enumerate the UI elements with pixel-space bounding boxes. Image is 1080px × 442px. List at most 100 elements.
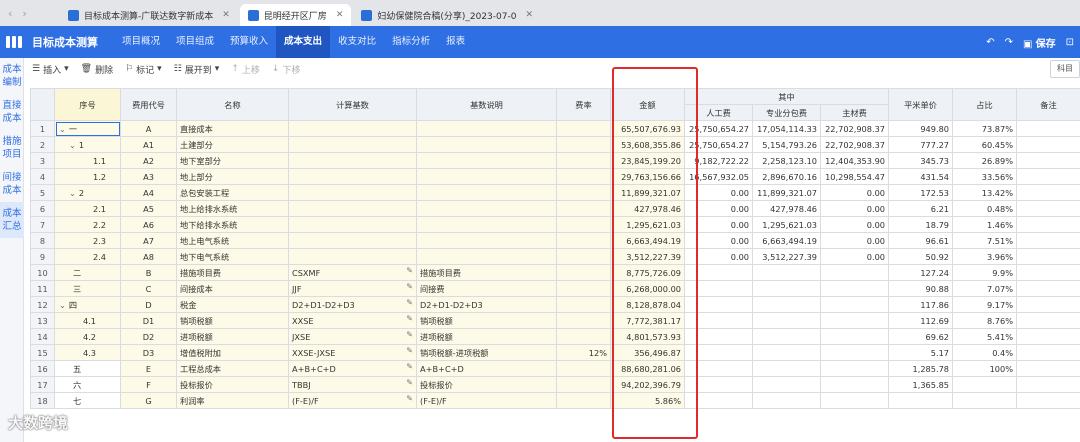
unit-price-cell[interactable]	[888, 392, 953, 409]
desc-cell[interactable]	[416, 120, 557, 137]
browser-tab[interactable]: 妇幼保健院合稿(分享)_2023-07-0 ✕	[353, 4, 541, 26]
left-nav-item[interactable]: 成本编制	[0, 58, 24, 94]
code-header[interactable]: 费用代号	[120, 88, 177, 121]
labor-header[interactable]: 人工费	[684, 104, 753, 121]
name-cell[interactable]: 税金	[176, 296, 289, 313]
rate-cell[interactable]	[556, 216, 611, 233]
ratio-cell[interactable]: 9.17%	[952, 296, 1017, 313]
amount-cell[interactable]: 427,978.46	[610, 200, 685, 217]
material-cell[interactable]	[820, 264, 889, 281]
seq-cell[interactable]: 2.3	[54, 232, 121, 249]
menu-item[interactable]: 指标分析	[384, 26, 438, 58]
ratio-cell[interactable]: 0.4%	[952, 344, 1017, 361]
base-cell[interactable]: XXSE	[288, 312, 417, 329]
unit-price-cell[interactable]: 1,285.78	[888, 360, 953, 377]
code-cell[interactable]: A4	[120, 184, 177, 201]
table-row[interactable]: 6 2.1 A5 地上给排水系统 427,978.46 0.00 427,978.46 0.0…	[30, 200, 1080, 217]
rate-cell[interactable]	[556, 392, 611, 409]
material-header[interactable]: 主材费	[820, 104, 889, 121]
unit-price-cell[interactable]: 777.27	[888, 136, 953, 153]
name-cell[interactable]: 总包安装工程	[176, 184, 289, 201]
labor-cell[interactable]	[684, 376, 753, 393]
menu-item[interactable]: 项目组成	[168, 26, 222, 58]
sub-cell[interactable]: 2,258,123.10	[752, 152, 821, 169]
rate-cell[interactable]	[556, 264, 611, 281]
table-row[interactable]: 8 2.3 A7 地上电气系统 6,663,494.19 0.00 6,663,494.19…	[30, 232, 1080, 249]
note-cell[interactable]	[1016, 232, 1080, 249]
note-cell[interactable]	[1016, 264, 1080, 281]
amount-cell[interactable]: 94,202,396.79	[610, 376, 685, 393]
name-cell[interactable]: 地下电气系统	[176, 248, 289, 265]
code-cell[interactable]: A	[120, 120, 177, 137]
ratio-cell[interactable]: 73.87%	[952, 120, 1017, 137]
table-row[interactable]: 1 ⌄ 一 A 直接成本 65,507,676.93 25,750,654.27 17,054…	[30, 120, 1080, 137]
name-cell[interactable]: 间接成本	[176, 280, 289, 297]
material-cell[interactable]: 0.00	[820, 248, 889, 265]
desc-cell[interactable]	[416, 216, 557, 233]
base-cell[interactable]	[288, 120, 417, 137]
sub-cell[interactable]	[752, 376, 821, 393]
move-down-button[interactable]: ↓ 下移	[272, 63, 301, 76]
base-cell[interactable]: JJF	[288, 280, 417, 297]
amount-header[interactable]: 金额	[610, 88, 685, 121]
amount-cell[interactable]: 1,295,621.03	[610, 216, 685, 233]
amount-cell[interactable]: 3,512,227.39	[610, 248, 685, 265]
desc-cell[interactable]	[416, 248, 557, 265]
sub-cell[interactable]: 1,295,621.03	[752, 216, 821, 233]
row-number-cell[interactable]: 18	[30, 392, 55, 409]
material-cell[interactable]	[820, 344, 889, 361]
labor-cell[interactable]: 0.00	[684, 232, 753, 249]
note-cell[interactable]	[1016, 328, 1080, 345]
table-row[interactable]: 10二B措施项目费CSXMF措施项目费8,775,726.09127.249.9…	[30, 264, 1080, 281]
ratio-header[interactable]: 占比	[952, 88, 1017, 121]
table-row[interactable]: 15 4.3 D3增值税附加XXSE-JXSE销项税额-进项税额12%356,496…	[30, 344, 1080, 361]
material-cell[interactable]: 0.00	[820, 216, 889, 233]
seq-cell[interactable]: 2.4	[54, 248, 121, 265]
note-cell[interactable]	[1016, 296, 1080, 313]
code-cell[interactable]: G	[120, 392, 177, 409]
code-cell[interactable]: F	[120, 376, 177, 393]
seq-cell[interactable]: 六	[54, 376, 121, 393]
row-number-cell[interactable]: 7	[30, 216, 55, 233]
row-number-cell[interactable]: 2	[30, 136, 55, 153]
ratio-cell[interactable]	[952, 392, 1017, 409]
table-row[interactable]: 134.1D1销项税额XXSE销项税额7,772,381.17112.698.7…	[30, 312, 1080, 329]
collapse-toggle-icon[interactable]: ⌄	[69, 140, 76, 150]
base-cell[interactable]	[288, 200, 417, 217]
material-cell[interactable]	[820, 328, 889, 345]
undo-icon[interactable]: ↶	[986, 37, 994, 48]
code-cell[interactable]: A6	[120, 216, 177, 233]
amount-cell[interactable]: 8,775,726.09	[610, 264, 685, 281]
base-cell[interactable]: A+B+C+D	[288, 360, 417, 377]
desc-cell[interactable]	[416, 232, 557, 249]
note-cell[interactable]	[1016, 216, 1080, 233]
rate-cell[interactable]	[556, 136, 611, 153]
note-cell[interactable]	[1016, 168, 1080, 185]
seq-cell[interactable]: 三	[54, 280, 121, 297]
seq-cell[interactable]: 2.2	[54, 216, 121, 233]
material-cell[interactable]: 12,404,353.90	[820, 152, 889, 169]
delete-button[interactable]: 🗑 删除	[81, 63, 113, 76]
labor-cell[interactable]	[684, 280, 753, 297]
seq-cell[interactable]: 4.1	[54, 312, 121, 329]
table-row[interactable]: 2 ⌄ 1 A1 土建部分 53,608,355.86 25,750,654.27 5,154…	[30, 136, 1080, 153]
labor-cell[interactable]: 0.00	[684, 200, 753, 217]
close-tab-icon[interactable]: ✕	[222, 10, 230, 20]
code-cell[interactable]: A1	[120, 136, 177, 153]
name-cell[interactable]: 地上给排水系统	[176, 200, 289, 217]
left-nav-item[interactable]: 措施项目	[0, 130, 24, 166]
back-icon[interactable]: ‹	[8, 7, 12, 20]
desc-cell[interactable]	[416, 168, 557, 185]
labor-cell[interactable]: 25,750,654.27	[684, 120, 753, 137]
code-cell[interactable]: A8	[120, 248, 177, 265]
ratio-cell[interactable]: 7.51%	[952, 232, 1017, 249]
labor-cell[interactable]	[684, 296, 753, 313]
material-cell[interactable]: 0.00	[820, 232, 889, 249]
sub-cell[interactable]: 3,512,227.39	[752, 248, 821, 265]
row-number-cell[interactable]: 12	[30, 296, 55, 313]
menu-item[interactable]: 成本支出	[276, 26, 331, 58]
name-cell[interactable]: 地下给排水系统	[176, 216, 289, 233]
desc-cell[interactable]	[416, 200, 557, 217]
row-number-cell[interactable]: 13	[30, 312, 55, 329]
code-cell[interactable]: C	[120, 280, 177, 297]
